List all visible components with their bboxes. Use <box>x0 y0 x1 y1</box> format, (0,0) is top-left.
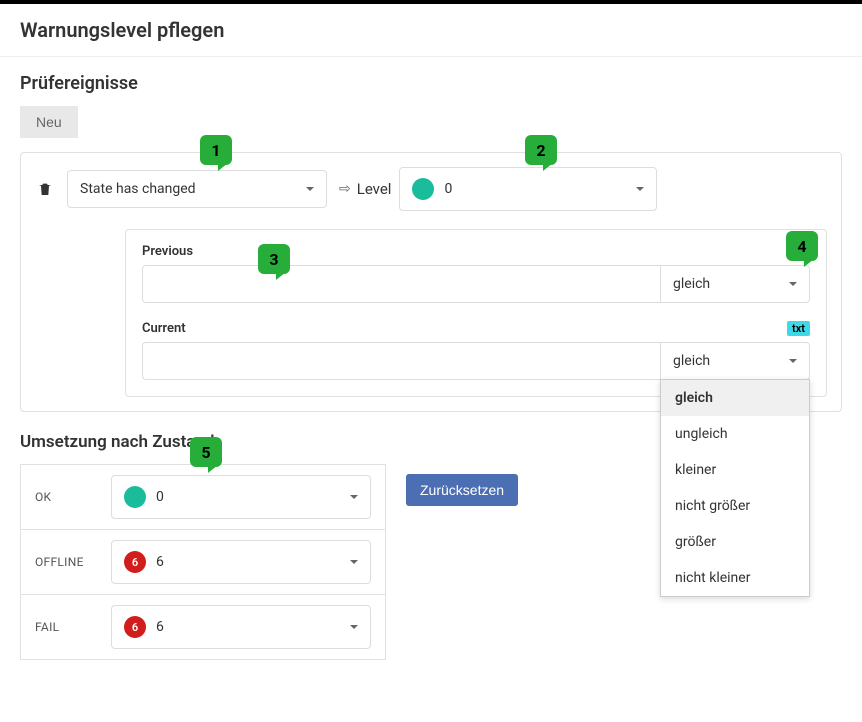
level-badge <box>124 486 146 508</box>
level-dropdown[interactable]: 0 <box>399 167 657 211</box>
level-label: Level <box>357 180 392 198</box>
state-value-fail: 6 <box>156 619 164 635</box>
previous-operator-value: gleich <box>673 276 710 292</box>
level-arrow-label: ⇨ Level <box>339 180 391 198</box>
state-value-offline: 6 <box>156 554 164 570</box>
chevron-down-icon <box>350 625 358 629</box>
txt-badge: txt <box>787 321 810 336</box>
reset-button[interactable]: Zurücksetzen <box>406 474 518 506</box>
rule-container: State has changed ⇨ Level 0 <box>20 152 842 412</box>
chevron-down-icon <box>636 187 644 191</box>
callout-2: 2 <box>525 135 557 165</box>
current-operator-dropdown[interactable]: gleich gleich ungleich kleiner nicht grö… <box>660 342 810 380</box>
page-header: Warnungslevel pflegen <box>0 4 862 57</box>
section-events-title: Prüfereignisse <box>20 73 842 94</box>
callout-5: 5 <box>190 437 222 467</box>
chevron-down-icon <box>350 495 358 499</box>
callout-1: 1 <box>200 135 232 165</box>
operator-option-nicht-groesser[interactable]: nicht größer <box>661 488 809 524</box>
operator-option-gleich[interactable]: gleich <box>661 380 809 416</box>
operator-option-groesser[interactable]: größer <box>661 524 809 560</box>
current-operator-value: gleich <box>673 353 710 369</box>
state-dropdown-offline[interactable]: 6 6 <box>111 540 371 584</box>
previous-operator-dropdown[interactable]: gleich <box>660 265 810 303</box>
level-badge: 6 <box>124 551 146 573</box>
chevron-down-icon <box>789 282 797 286</box>
conditions-container: Previous txt gleich Current txt <box>125 229 827 397</box>
operator-option-kleiner[interactable]: kleiner <box>661 452 809 488</box>
state-dropdown-fail[interactable]: 6 6 <box>111 605 371 649</box>
state-table: OK 0 OFFLINE 6 6 <box>20 464 386 660</box>
state-label-ok: OK <box>21 468 111 526</box>
state-label-fail: FAIL <box>21 598 111 656</box>
previous-block: Previous txt gleich <box>142 244 810 303</box>
state-label-offline: OFFLINE <box>21 533 111 591</box>
level-badge <box>412 178 434 200</box>
chevron-down-icon <box>789 359 797 363</box>
page-title: Warnungslevel pflegen <box>20 18 842 42</box>
trash-icon[interactable] <box>35 179 55 199</box>
level-badge: 6 <box>124 616 146 638</box>
state-value-ok: 0 <box>156 489 164 505</box>
current-input[interactable] <box>142 342 660 380</box>
state-dropdown-ok[interactable]: 0 <box>111 475 371 519</box>
callout-4: 4 <box>786 231 818 261</box>
operator-menu: gleich ungleich kleiner nicht größer grö… <box>660 379 810 597</box>
current-block: Current txt gleich gleich ungleich klein… <box>142 321 810 380</box>
state-row-ok: OK 0 <box>21 465 385 530</box>
level-value: 0 <box>444 181 452 197</box>
operator-option-nicht-kleiner[interactable]: nicht kleiner <box>661 560 809 596</box>
level-wrapper: ⇨ Level 0 <box>339 167 657 211</box>
arrow-icon: ⇨ <box>339 181 351 197</box>
operator-option-ungleich[interactable]: ungleich <box>661 416 809 452</box>
chevron-down-icon <box>306 187 314 191</box>
previous-label: Previous <box>142 244 193 259</box>
content-area: 1 2 3 4 5 Prüfereignisse Neu State has c… <box>0 57 862 680</box>
state-change-dropdown[interactable]: State has changed <box>67 170 327 208</box>
new-button[interactable]: Neu <box>20 106 78 138</box>
rule-row: State has changed ⇨ Level 0 <box>35 167 827 211</box>
current-label: Current <box>142 321 186 336</box>
state-row-fail: FAIL 6 6 <box>21 595 385 659</box>
chevron-down-icon <box>350 560 358 564</box>
callout-3: 3 <box>258 244 290 274</box>
previous-input[interactable] <box>142 265 660 303</box>
state-row-offline: OFFLINE 6 6 <box>21 530 385 595</box>
state-change-value: State has changed <box>80 181 196 197</box>
